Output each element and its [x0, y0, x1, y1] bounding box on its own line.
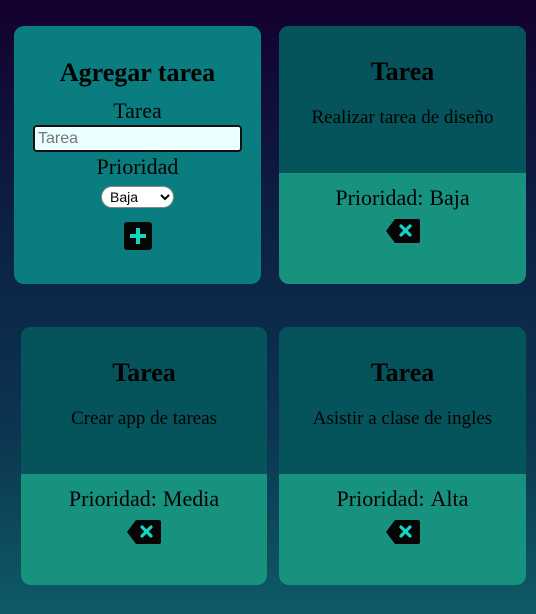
task-description: Crear app de tareas	[70, 408, 218, 429]
task-card-header: Tarea Realizar tarea de diseño	[279, 26, 526, 173]
add-task-title: Agregar tarea	[59, 58, 216, 87]
priority-select[interactable]: Baja	[101, 186, 174, 208]
task-title: Tarea	[112, 358, 176, 387]
task-card-footer: Prioridad: Media	[21, 474, 267, 551]
task-title: Tarea	[370, 57, 435, 86]
add-task-button[interactable]	[123, 222, 152, 250]
backspace-delete-icon	[385, 219, 420, 243]
task-card-header: Tarea Asistir a clase de ingles	[279, 327, 526, 474]
delete-task-button[interactable]	[385, 518, 421, 546]
task-priority: Prioridad: Baja	[279, 185, 526, 211]
task-title: Tarea	[370, 358, 435, 387]
priority-value: Alta	[430, 486, 469, 511]
add-task-card: Agregar tarea Tarea Prioridad Baja	[14, 26, 261, 284]
backspace-delete-icon	[127, 520, 161, 544]
task-card-header: Tarea Crear app de tareas	[21, 327, 267, 474]
delete-task-button[interactable]	[126, 518, 162, 546]
task-description: Asistir a clase de ingles	[312, 408, 493, 429]
priority-prefix: Prioridad:	[336, 486, 425, 511]
delete-task-button[interactable]	[385, 217, 421, 245]
task-card: Tarea Asistir a clase de ingles Priorida…	[279, 327, 526, 585]
task-priority: Prioridad: Alta	[279, 486, 526, 512]
task-description: Realizar tarea de diseño	[311, 107, 494, 128]
task-card: Tarea Realizar tarea de diseño Prioridad…	[279, 26, 526, 284]
priority-value: Baja	[429, 185, 470, 210]
priority-prefix: Prioridad:	[335, 185, 424, 210]
task-priority: Prioridad: Media	[21, 486, 267, 512]
task-card: Tarea Crear app de tareas Prioridad: Medi…	[21, 327, 267, 585]
priority-value: Media	[162, 486, 220, 511]
priority-prefix: Prioridad:	[68, 486, 157, 511]
task-field-label: Tarea	[113, 98, 162, 123]
task-input[interactable]	[33, 125, 242, 152]
priority-field-label: Prioridad	[96, 154, 179, 179]
backspace-delete-icon	[385, 520, 420, 544]
task-card-footer: Prioridad: Alta	[279, 474, 526, 551]
task-card-footer: Prioridad: Baja	[279, 173, 526, 250]
